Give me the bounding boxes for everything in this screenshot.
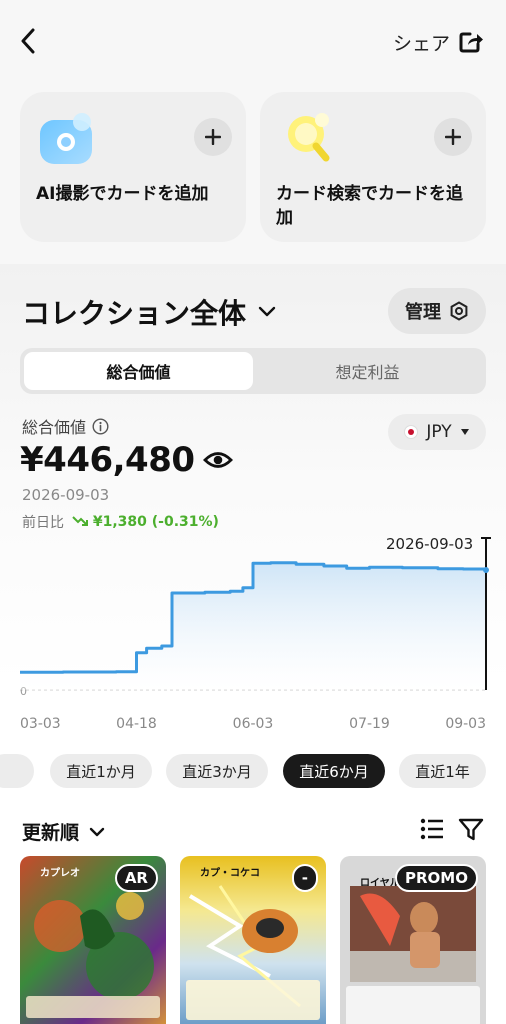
info-icon[interactable] — [92, 417, 109, 435]
total-value-label: 総合価値 — [22, 418, 87, 437]
add-plus-button[interactable] — [194, 118, 232, 156]
caret-down-icon — [460, 429, 469, 435]
x-tick-label: 06-03 — [233, 716, 274, 732]
card-item[interactable]: カプ・コケコ - — [180, 856, 326, 1024]
share-icon — [459, 32, 483, 53]
chevron-down-icon — [89, 827, 105, 836]
daily-change-row: 前日比 ¥1,380 (-0.31%) — [22, 512, 219, 532]
range-selector: 直近1か月 直近3か月 直近6か月 直近1年 — [0, 754, 506, 788]
tab-total-value[interactable]: 総合価値 — [24, 352, 253, 390]
plus-icon — [205, 129, 221, 145]
list-view-icon[interactable] — [420, 818, 444, 840]
value-tab-switch: 総合価値 想定利益 — [20, 348, 486, 394]
total-value-row: ¥446,480 — [20, 440, 233, 480]
manage-label: 管理 — [405, 302, 441, 323]
settings-icon — [450, 301, 468, 321]
rarity-badge: - — [291, 864, 318, 892]
range-6-months[interactable]: 直近6か月 — [283, 754, 385, 788]
range-chip-partial[interactable] — [0, 754, 34, 788]
range-1-month[interactable]: 直近1か月 — [50, 754, 152, 788]
currency-code: JPY — [426, 422, 452, 442]
add-card-label: カード検索でカードを追加 — [276, 184, 463, 228]
range-1-year[interactable]: 直近1年 — [399, 754, 486, 788]
japan-flag-icon — [404, 425, 419, 439]
add-by-ai-photo-card[interactable]: AI撮影でカードを追加 — [20, 92, 246, 242]
filter-icon[interactable] — [458, 818, 484, 842]
top-bar: シェア — [0, 0, 506, 84]
sort-label: 更新順 — [22, 822, 80, 844]
rarity-badge: PROMO — [395, 864, 478, 892]
trend-arrow-icon — [72, 516, 88, 526]
collection-title-dropdown[interactable]: コレクション全体 — [22, 292, 276, 332]
add-by-search-card[interactable]: カード検索でカードを追加 — [260, 92, 486, 242]
x-tick-label: 07-19 — [349, 716, 390, 732]
eye-icon[interactable] — [202, 449, 233, 471]
change-value: ¥1,380 (-0.31%) — [92, 514, 219, 530]
card-item[interactable]: カプレオ AR — [20, 856, 166, 1024]
view-controls — [420, 818, 484, 842]
chevron-down-icon — [258, 306, 276, 317]
rarity-badge: AR — [114, 864, 158, 892]
card-item[interactable]: ロイヤルマスク PROMO — [340, 856, 486, 1024]
total-value-label-row: 総合価値 — [22, 414, 109, 438]
manage-button[interactable]: 管理 — [388, 288, 486, 334]
plus-icon — [445, 129, 461, 145]
change-prefix: 前日比 — [22, 515, 64, 531]
value-chart[interactable]: 0 03-03 04-18 06-03 07-19 09-03 — [0, 530, 506, 740]
chart-cursor-dot — [483, 567, 489, 573]
x-tick-label: 03-03 — [20, 716, 61, 732]
currency-selector[interactable]: JPY — [388, 414, 486, 450]
sort-dropdown[interactable]: 更新順 — [22, 818, 105, 845]
share-button[interactable]: シェア — [393, 28, 484, 56]
back-button[interactable] — [14, 26, 42, 56]
chart-highlight-date: 2026-09-03 — [386, 535, 474, 553]
camera-bubble-icon — [40, 113, 92, 164]
magnifier-bubble-icon — [288, 113, 330, 162]
total-value: ¥446,480 — [20, 440, 195, 480]
collection-title: コレクション全体 — [22, 297, 247, 330]
x-tick-label: 04-18 — [116, 716, 157, 732]
card-list: カプレオ AR カプ・コケコ - ロイヤルマスク PROMO — [20, 856, 486, 1024]
x-tick-labels: 03-03 04-18 06-03 07-19 09-03 — [20, 716, 486, 732]
chevron-left-icon — [21, 28, 35, 54]
x-tick-label: 09-03 — [445, 716, 486, 732]
add-plus-button[interactable] — [434, 118, 472, 156]
share-label: シェア — [392, 32, 450, 55]
range-3-months[interactable]: 直近3か月 — [166, 754, 268, 788]
add-card-label: AI撮影でカードを追加 — [36, 184, 209, 204]
change-value-group: ¥1,380 (-0.31%) — [72, 514, 219, 530]
value-date: 2026-09-03 — [22, 486, 110, 504]
tab-expected-profit[interactable]: 想定利益 — [253, 352, 482, 390]
